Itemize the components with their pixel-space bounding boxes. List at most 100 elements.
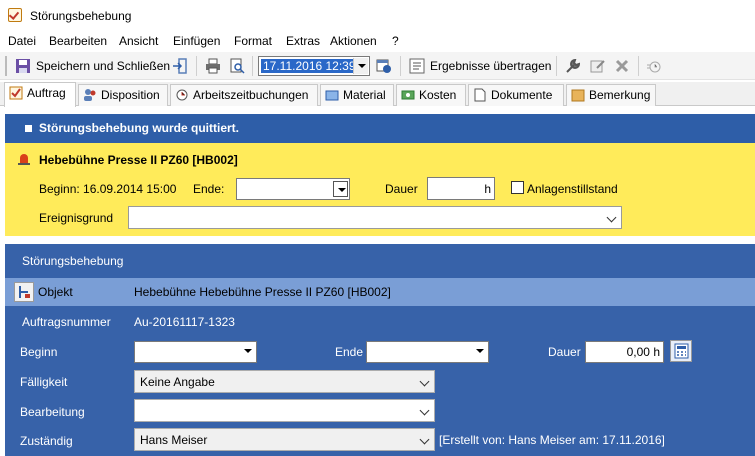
duration-unit: h (484, 182, 491, 196)
begin-field[interactable] (134, 341, 257, 363)
order-number-value: Au-20161117-1323 (134, 315, 235, 329)
tab-label: Bemerkung (589, 88, 651, 102)
money-icon (401, 90, 415, 100)
alert-end-label: Ende: (193, 182, 225, 196)
alert-panel: Hebebühne Presse II PZ60 [HB002] Beginn:… (5, 143, 755, 236)
date-select[interactable]: 17.11.2016 12:39 (258, 56, 370, 76)
toolbar-separator (252, 56, 253, 76)
due-combo[interactable]: Keine Angabe (134, 370, 435, 393)
toolbar-separator (196, 56, 197, 76)
tab-disposition[interactable]: Disposition (78, 84, 168, 106)
tab-label: Arbeitszeitbuchungen (193, 88, 309, 102)
menu-format[interactable]: Format (234, 34, 272, 48)
calendar-refresh-icon[interactable] (376, 58, 392, 74)
menu-help[interactable]: ? (392, 34, 399, 48)
banner-text: Störungsbehebung wurde quittiert. (39, 121, 239, 135)
end-label: Ende (335, 345, 364, 359)
chevron-down-icon[interactable] (419, 405, 430, 416)
tab-label: Material (343, 88, 386, 102)
tab-kosten[interactable]: Kosten (396, 84, 466, 106)
calculator-button[interactable] (670, 340, 692, 362)
transfer-results-button[interactable]: Ergebnisse übertragen (430, 59, 551, 73)
menu-bearbeiten[interactable]: Bearbeiten (49, 34, 107, 48)
event-reason-label: Ereignisgrund (39, 211, 114, 225)
tab-dokumente[interactable]: Dokumente (468, 84, 564, 106)
toolbar-separator (400, 56, 401, 76)
chevron-down-icon[interactable] (419, 376, 430, 387)
chevron-down-icon[interactable] (419, 434, 430, 445)
created-note: [Erstellt von: Hans Meiser am: 17.11.201… (439, 433, 665, 447)
menu-aktionen[interactable]: Aktionen (330, 34, 377, 48)
exit-icon[interactable] (172, 58, 188, 74)
end-field[interactable] (366, 341, 489, 363)
users-icon (84, 89, 96, 101)
duration-field[interactable]: 0,00 h (585, 341, 664, 363)
print-icon[interactable] (205, 58, 221, 74)
wrench-icon[interactable] (565, 58, 581, 74)
object-picker-button[interactable] (14, 282, 34, 302)
tab-material[interactable]: Material (320, 84, 394, 106)
save-icon[interactable] (15, 58, 31, 74)
menu-bar: Datei Bearbeiten Ansicht Einfügen Format… (0, 32, 755, 51)
chevron-down-icon[interactable] (606, 212, 617, 223)
due-label: Fälligkeit (20, 375, 68, 389)
timer-icon[interactable] (646, 58, 662, 74)
alert-begin-label: Beginn: 16.09.2014 15:00 (39, 182, 177, 196)
toolbar: Speichern und Schließen 17.11.2016 12:39… (0, 52, 755, 80)
tab-label: Dokumente (491, 88, 553, 102)
task-check-icon (9, 86, 23, 100)
due-value: Keine Angabe (140, 375, 215, 389)
material-icon (325, 90, 339, 101)
duration-value: 0,00 h (626, 345, 660, 359)
alarm-light-icon (18, 154, 30, 165)
responsible-label: Zuständig (20, 434, 73, 448)
transfer-results-icon[interactable] (409, 58, 425, 74)
responsible-combo[interactable]: Hans Meiser (134, 428, 435, 451)
processing-combo[interactable] (134, 399, 435, 422)
save-close-button[interactable]: Speichern und Schließen (36, 59, 170, 73)
chevron-down-icon[interactable] (240, 343, 255, 359)
task-check-icon (8, 8, 22, 22)
hierarchy-icon (19, 286, 30, 298)
object-label: Objekt (38, 285, 73, 299)
alert-end-field[interactable] (236, 178, 350, 200)
duration-label: Dauer (548, 345, 581, 359)
time-booking-icon (176, 89, 188, 101)
order-number-label: Auftragsnummer (22, 315, 111, 329)
chevron-down-icon[interactable] (472, 343, 487, 359)
menu-ansicht[interactable]: Ansicht (119, 34, 158, 48)
alert-duration-field[interactable]: h (427, 177, 495, 200)
toolbar-grip (5, 56, 7, 76)
tab-bemerkung[interactable]: Bemerkung (566, 84, 656, 106)
chevron-down-icon[interactable] (353, 58, 368, 74)
date-value: 17.11.2016 12:39 (261, 59, 358, 73)
responsible-value: Hans Meiser (140, 433, 208, 447)
menu-einfuegen[interactable]: Einfügen (173, 34, 220, 48)
tab-arbeitszeitbuchungen[interactable]: Arbeitszeitbuchungen (170, 84, 318, 106)
object-row: Objekt Hebebühne Hebebühne Presse II PZ6… (5, 278, 755, 306)
tab-bar: Auftrag Disposition Arbeitszeitbuchungen… (0, 82, 755, 107)
downtime-checkbox[interactable] (511, 181, 524, 194)
section-title: Störungsbehebung (22, 254, 124, 268)
bullet-icon (25, 125, 32, 132)
title-bar: Störungsbehebung (0, 0, 755, 32)
print-preview-icon[interactable] (229, 58, 245, 74)
document-icon (474, 88, 486, 102)
toolbar-separator (556, 56, 557, 76)
begin-label: Beginn (20, 345, 58, 359)
menu-extras[interactable]: Extras (286, 34, 320, 48)
menu-datei[interactable]: Datei (8, 34, 36, 48)
delete-icon[interactable] (614, 58, 630, 74)
event-reason-combo[interactable] (128, 206, 622, 229)
tab-label: Disposition (101, 88, 160, 102)
downtime-label: Anlagenstillstand (527, 182, 618, 196)
object-value: Hebebühne Hebebühne Presse II PZ60 [HB00… (134, 285, 391, 299)
chevron-down-icon[interactable] (333, 181, 348, 197)
alert-title: Hebebühne Presse II PZ60 [HB002] (39, 153, 238, 167)
tab-auftrag[interactable]: Auftrag (4, 82, 76, 107)
tab-label: Auftrag (27, 86, 66, 100)
calculator-icon (674, 343, 689, 359)
edit-form-icon[interactable] (590, 58, 606, 74)
alert-duration-label: Dauer (385, 182, 418, 196)
toolbar-separator (638, 56, 639, 76)
